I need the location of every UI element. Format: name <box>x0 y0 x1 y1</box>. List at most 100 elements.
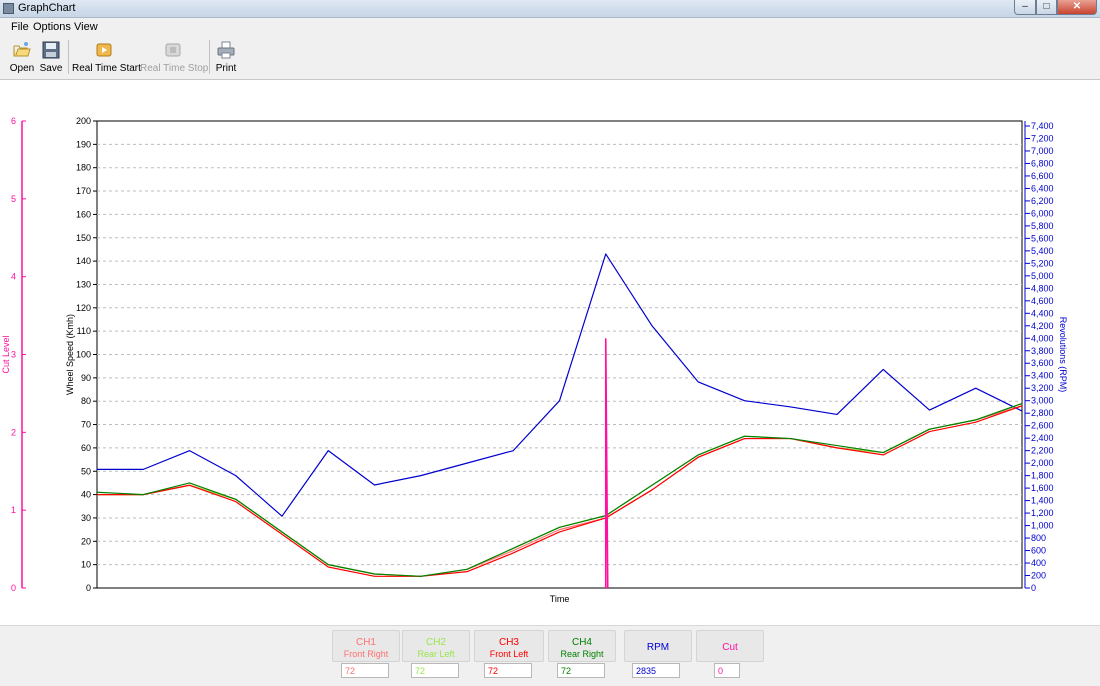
rpm-tick-label: 200 <box>1031 571 1046 581</box>
menu-options[interactable]: Options <box>33 21 71 33</box>
cut-tick-label: 3 <box>11 350 16 360</box>
rpm-tick-label: 6,600 <box>1031 171 1054 181</box>
channel-panel: CH1 Front Right 72 CH2 Rear Left 72 CH3 … <box>0 625 1100 686</box>
ch3-header: CH3 Front Left <box>474 630 544 662</box>
cut-tick-label: 4 <box>11 272 16 282</box>
rpm-tick-label: 5,400 <box>1031 246 1054 256</box>
real-time-stop-button[interactable]: Real Time Stop <box>140 38 208 76</box>
rpm-tick-label: 5,000 <box>1031 271 1054 281</box>
floppy-disk-icon <box>42 41 60 59</box>
y-tick-label: 60 <box>81 443 91 453</box>
y-tick-label: 0 <box>86 583 91 593</box>
y-axis-label: Wheel Speed (Kmh) <box>65 314 75 395</box>
rpm-tick-label: 3,800 <box>1031 346 1054 356</box>
rpm-tick-label: 3,200 <box>1031 383 1054 393</box>
menu-bar: File Options View <box>0 18 1100 36</box>
y-tick-label: 140 <box>76 256 91 266</box>
rpm-tick-label: 4,600 <box>1031 296 1054 306</box>
window-title-bar: GraphChart – □ ✕ <box>0 0 1100 18</box>
graph-chart: 0102030405060708090100110120130140150160… <box>1 116 1068 604</box>
open-button[interactable]: Open <box>8 38 36 76</box>
real-time-start-button[interactable]: Real Time Start <box>72 38 141 76</box>
y-tick-label: 10 <box>81 560 91 570</box>
rpm-tick-label: 4,400 <box>1031 308 1054 318</box>
y-tick-label: 190 <box>76 139 91 149</box>
rpm-tick-label: 5,800 <box>1031 221 1054 231</box>
y-tick-label: 200 <box>76 116 91 126</box>
printer-icon <box>217 41 235 59</box>
y-tick-label: 180 <box>76 163 91 173</box>
rpm-tick-label: 3,600 <box>1031 358 1054 368</box>
rpm-tick-label: 600 <box>1031 546 1046 556</box>
rpm-tick-label: 5,600 <box>1031 233 1054 243</box>
minimize-button[interactable]: – <box>1014 0 1036 15</box>
cut-tick-label: 0 <box>11 583 16 593</box>
cut-value-field[interactable]: 0 <box>714 663 740 678</box>
y-tick-label: 70 <box>81 420 91 430</box>
y-tick-label: 150 <box>76 233 91 243</box>
y-tick-label: 170 <box>76 186 91 196</box>
ch4-value-field[interactable]: 72 <box>557 663 605 678</box>
rpm-tick-label: 1,200 <box>1031 508 1054 518</box>
ch2-value-field[interactable]: 72 <box>411 663 459 678</box>
rpm-tick-label: 2,400 <box>1031 433 1054 443</box>
rpm-tick-label: 1,000 <box>1031 521 1054 531</box>
rpm-tick-label: 7,000 <box>1031 146 1054 156</box>
ch2-header: CH2 Rear Left <box>402 630 470 662</box>
toolbar-separator <box>209 40 210 74</box>
ch4-header: CH4 Rear Right <box>548 630 616 662</box>
rpm-header: RPM <box>624 630 692 662</box>
rpm-tick-label: 1,400 <box>1031 496 1054 506</box>
rpm-value-field[interactable]: 2835 <box>632 663 680 678</box>
toolbar-separator <box>68 40 69 74</box>
maximize-button[interactable]: □ <box>1036 0 1057 15</box>
rpm-tick-label: 5,200 <box>1031 258 1054 268</box>
rpm-tick-label: 2,600 <box>1031 421 1054 431</box>
cut-tick-label: 5 <box>11 194 16 204</box>
folder-open-icon <box>13 42 31 57</box>
y-tick-label: 80 <box>81 396 91 406</box>
cut-axis-label: Cut Level <box>1 335 11 373</box>
rpm-tick-label: 6,000 <box>1031 208 1054 218</box>
toolbar: Open Save Real Time Start Real Time Stop… <box>0 36 1100 80</box>
rpm-tick-label: 2,000 <box>1031 458 1054 468</box>
rpm-tick-label: 1,800 <box>1031 471 1054 481</box>
y-tick-label: 120 <box>76 303 91 313</box>
menu-view[interactable]: View <box>74 21 98 33</box>
rpm-tick-label: 3,000 <box>1031 396 1054 406</box>
cut-header: Cut <box>696 630 764 662</box>
ch3-value-field[interactable]: 72 <box>484 663 532 678</box>
window-title: GraphChart <box>18 2 76 14</box>
y-tick-label: 90 <box>81 373 91 383</box>
rpm-tick-label: 6,800 <box>1031 158 1054 168</box>
rpm-tick-label: 800 <box>1031 533 1046 543</box>
rpm-tick-label: 6,400 <box>1031 183 1054 193</box>
cut-tick-label: 2 <box>11 427 16 437</box>
rpm-tick-label: 0 <box>1031 583 1036 593</box>
app-icon <box>3 3 14 14</box>
play-icon <box>96 43 112 57</box>
rpm-tick-label: 6,200 <box>1031 196 1054 206</box>
y-tick-label: 130 <box>76 279 91 289</box>
y-tick-label: 20 <box>81 536 91 546</box>
rpm-tick-label: 2,200 <box>1031 446 1054 456</box>
print-button[interactable]: Print <box>213 38 239 76</box>
chart-area: 0 10 20 30 40 50 60 70 80 90 100 110 120 130 140 150 160… <box>0 80 1100 625</box>
close-button[interactable]: ✕ <box>1057 0 1097 15</box>
save-button[interactable]: Save <box>38 38 64 76</box>
rpm-tick-label: 4,000 <box>1031 333 1054 343</box>
cut-tick-label: 6 <box>11 116 16 126</box>
x-axis-label: Time <box>550 594 570 604</box>
y-tick-label: 30 <box>81 513 91 523</box>
y-tick-label: 160 <box>76 209 91 219</box>
rpm-tick-label: 7,200 <box>1031 133 1054 143</box>
menu-file[interactable]: File <box>11 21 29 33</box>
rpm-axis-label: Revolutions (RPM) <box>1058 317 1068 393</box>
ch1-header: CH1 Front Right <box>332 630 400 662</box>
y-tick-label: 100 <box>76 350 91 360</box>
rpm-tick-label: 1,600 <box>1031 483 1054 493</box>
rpm-tick-label: 3,400 <box>1031 371 1054 381</box>
rpm-tick-label: 7,400 <box>1031 121 1054 131</box>
ch1-value-field[interactable]: 72 <box>341 663 389 678</box>
rpm-tick-label: 4,200 <box>1031 321 1054 331</box>
